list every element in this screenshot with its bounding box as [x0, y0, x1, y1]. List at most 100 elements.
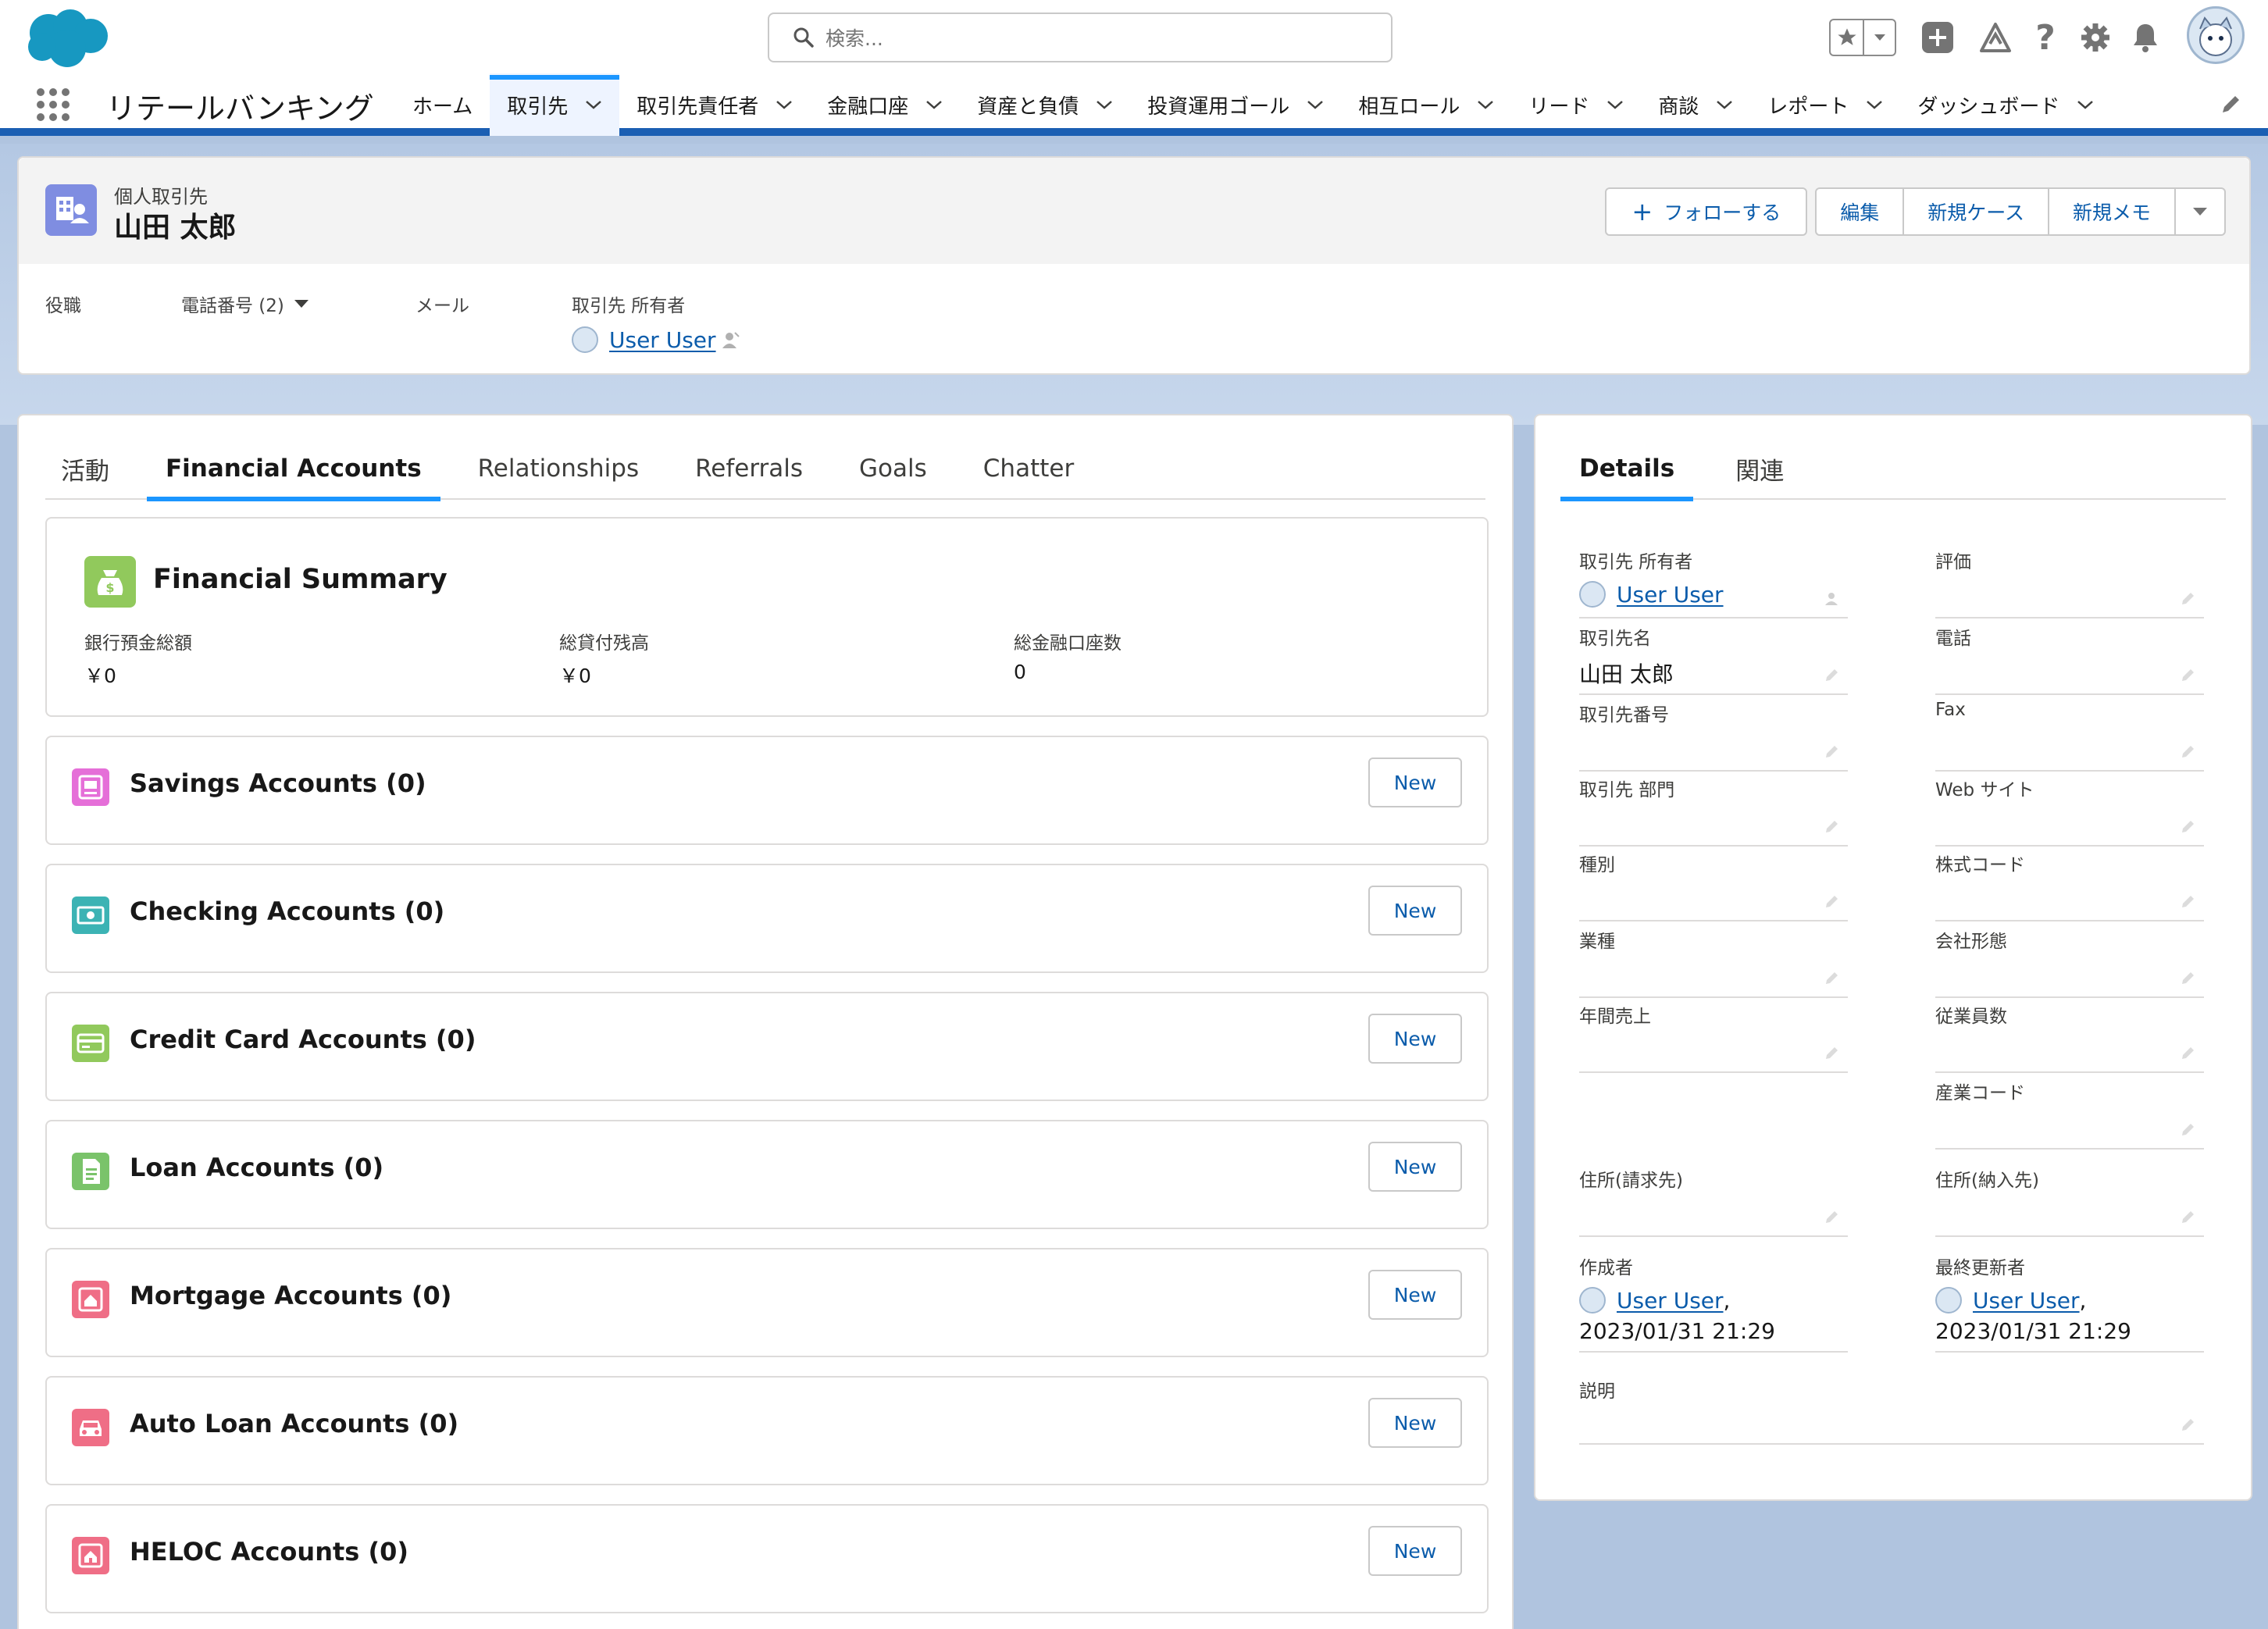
- favorites-button-group[interactable]: [1829, 19, 1896, 56]
- tab-main[interactable]: Financial Accounts: [147, 437, 440, 501]
- new-case-button[interactable]: 新規ケース: [1904, 187, 2049, 236]
- setup-gear-icon[interactable]: [2076, 16, 2115, 59]
- inline-edit-pencil-icon[interactable]: [1824, 1045, 1840, 1060]
- chevron-down-icon[interactable]: [585, 99, 602, 110]
- related-list-new-button[interactable]: New: [1368, 1398, 1462, 1448]
- detail-label: 取引先番号: [1579, 705, 1669, 725]
- inline-edit-pencil-icon[interactable]: [1824, 1209, 1840, 1224]
- new-note-button[interactable]: 新規メモ: [2049, 187, 2176, 236]
- chevron-down-icon[interactable]: [1096, 99, 1113, 110]
- global-search[interactable]: 検索...: [768, 12, 1393, 62]
- chevron-down-icon[interactable]: [1606, 99, 1624, 110]
- owner-link[interactable]: User User: [609, 327, 716, 353]
- related-list-title[interactable]: Credit Card Accounts (0): [130, 1025, 476, 1054]
- owner-link[interactable]: User User: [1617, 582, 1724, 608]
- edit-nav-pencil-icon[interactable]: [2220, 92, 2243, 116]
- related-list-title[interactable]: Savings Accounts (0): [130, 768, 426, 798]
- inline-edit-pencil-icon[interactable]: [1824, 818, 1840, 834]
- highlight-phone-dropdown[interactable]: 電話番号 (2): [181, 291, 309, 317]
- chevron-down-icon[interactable]: [1866, 99, 1883, 110]
- chevron-down-icon[interactable]: [1716, 99, 1733, 110]
- related-list-new-button[interactable]: New: [1368, 1526, 1462, 1576]
- nav-item[interactable]: 取引先責任者: [619, 73, 810, 136]
- more-actions-button[interactable]: [2176, 187, 2226, 236]
- inline-edit-pencil-icon[interactable]: [2181, 818, 2196, 834]
- inline-edit-pencil-icon[interactable]: [2181, 667, 2196, 683]
- modifier-link[interactable]: User User: [1973, 1288, 2080, 1314]
- favorites-star-icon[interactable]: [1831, 20, 1863, 55]
- inline-edit-pencil-icon[interactable]: [2181, 893, 2196, 909]
- inline-edit-pencil-icon[interactable]: [1824, 743, 1840, 759]
- nav-item[interactable]: リード: [1511, 73, 1641, 136]
- chevron-down-icon[interactable]: [1307, 99, 1324, 110]
- related-list-new-button[interactable]: New: [1368, 757, 1462, 807]
- chevron-down-icon[interactable]: [925, 99, 943, 110]
- help-icon[interactable]: ?: [2026, 16, 2065, 59]
- related-list-new-button[interactable]: New: [1368, 1270, 1462, 1320]
- detail-value: User User,: [1935, 1287, 2204, 1314]
- inline-edit-pencil-icon[interactable]: [1824, 893, 1840, 909]
- nav-item[interactable]: ホーム: [395, 73, 490, 136]
- detail-label: 取引先 部門: [1579, 780, 1675, 800]
- inline-edit-pencil-icon[interactable]: [2181, 1417, 2196, 1432]
- inline-edit-pencil-icon[interactable]: [2181, 1121, 2196, 1137]
- tab-main[interactable]: Relationships: [459, 437, 658, 500]
- nav-item[interactable]: 取引先: [490, 73, 620, 136]
- inline-edit-pencil-icon[interactable]: [2181, 970, 2196, 986]
- related-list-title[interactable]: Auto Loan Accounts (0): [130, 1409, 458, 1438]
- detail-field-industry: 業種: [1579, 926, 1848, 998]
- nav-item-label: 金融口座: [827, 94, 909, 119]
- savings-icon: [72, 768, 109, 806]
- inline-edit-pencil-icon[interactable]: [2181, 1209, 2196, 1224]
- nav-item[interactable]: 投資運用ゴール: [1130, 73, 1341, 136]
- inline-edit-pencil-icon[interactable]: [1824, 970, 1840, 986]
- creator-link[interactable]: User User: [1617, 1288, 1724, 1314]
- detail-field-division: 取引先 部門: [1579, 775, 1848, 847]
- salesforce-logo[interactable]: [22, 6, 114, 70]
- related-list-new-button[interactable]: New: [1368, 1014, 1462, 1064]
- inline-edit-pencil-icon[interactable]: [1824, 667, 1840, 683]
- tab-main[interactable]: Goals: [840, 437, 946, 500]
- tab-related[interactable]: 関連: [1717, 437, 1803, 500]
- related-list-card: Mortgage Accounts (0) New: [45, 1248, 1489, 1357]
- global-actions-plus-icon[interactable]: [1918, 16, 1957, 59]
- notifications-bell-icon[interactable]: [2126, 16, 2165, 59]
- detail-field-sic: 産業コード: [1935, 1078, 2204, 1150]
- tab-details[interactable]: Details: [1560, 437, 1694, 501]
- chevron-down-icon[interactable]: [1477, 99, 1494, 110]
- change-owner-icon[interactable]: [721, 330, 741, 350]
- favorites-menu-chevron-icon[interactable]: [1863, 20, 1895, 55]
- heloc-house-icon: [72, 1537, 109, 1574]
- tab-main[interactable]: Referrals: [676, 437, 822, 500]
- chevron-down-icon[interactable]: [2077, 99, 2094, 110]
- related-list-new-button[interactable]: New: [1368, 886, 1462, 936]
- inline-edit-pencil-icon[interactable]: [2181, 1045, 2196, 1060]
- change-owner-icon[interactable]: [1824, 590, 1840, 606]
- nav-item[interactable]: 商談: [1641, 73, 1750, 136]
- nav-item[interactable]: レポート: [1750, 73, 1900, 136]
- related-list-title[interactable]: Checking Accounts (0): [130, 896, 444, 926]
- detail-field-owner: 取引先 所有者 User User: [1579, 547, 1848, 618]
- user-avatar[interactable]: [2187, 6, 2245, 64]
- related-list-new-button[interactable]: New: [1368, 1142, 1462, 1192]
- related-list-title[interactable]: Loan Accounts (0): [130, 1153, 383, 1182]
- related-list-title[interactable]: HELOC Accounts (0): [130, 1537, 408, 1567]
- nav-item[interactable]: 資産と負債: [960, 73, 1130, 136]
- follow-button[interactable]: + フォローする: [1605, 187, 1808, 236]
- svg-text:$: $: [105, 580, 114, 595]
- nav-item[interactable]: 金融口座: [810, 73, 960, 136]
- tab-main[interactable]: 活動: [45, 437, 128, 500]
- tab-main[interactable]: Chatter: [965, 437, 1093, 500]
- car-icon: [72, 1409, 109, 1446]
- chevron-down-icon[interactable]: [776, 99, 793, 110]
- inline-edit-pencil-icon[interactable]: [2181, 590, 2196, 606]
- related-list-title[interactable]: Mortgage Accounts (0): [130, 1281, 451, 1310]
- app-name: リテールバンキング: [106, 91, 374, 126]
- nav-item[interactable]: 相互ロール: [1341, 73, 1511, 136]
- trailhead-icon[interactable]: [1976, 16, 2015, 59]
- nav-item[interactable]: ダッシュボード: [1900, 73, 2111, 136]
- edit-button[interactable]: 編集: [1815, 187, 1905, 236]
- app-launcher-waffle-icon[interactable]: [34, 86, 72, 123]
- inline-edit-pencil-icon[interactable]: [2181, 743, 2196, 759]
- chevron-down-icon: [2193, 208, 2207, 216]
